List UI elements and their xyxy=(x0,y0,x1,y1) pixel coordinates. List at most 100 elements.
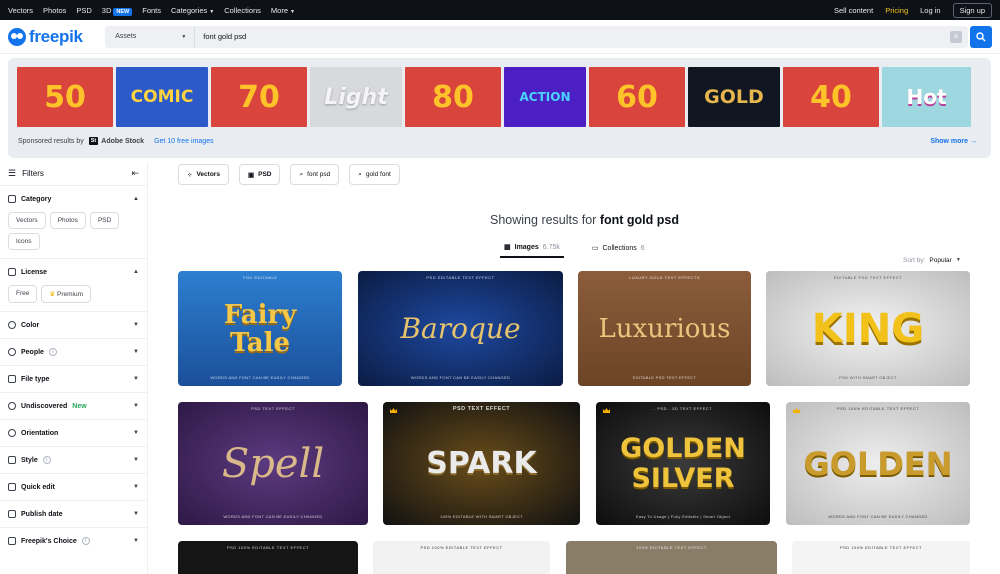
related-psd[interactable]: ▣ PSD xyxy=(238,164,281,185)
sponsored-tile[interactable]: 50 xyxy=(17,67,113,127)
result-card[interactable]: YOU EDITABLE Fairy Tale WORDS AND FONT C… xyxy=(178,271,342,386)
asset-type-select[interactable]: Assets ▼ xyxy=(105,25,196,48)
chevron-down-icon: ▼ xyxy=(133,322,139,328)
results-tabs: ▦ Images 6.75k ▭ Collections 6 xyxy=(500,240,649,258)
result-card[interactable]: PSD 100% EDITABLE TEXT EFFECT xyxy=(373,541,550,574)
related-vectors[interactable]: ⁘ Vectors xyxy=(178,164,229,185)
chip-vectors[interactable]: Vectors xyxy=(8,212,46,229)
related-font-psd[interactable]: ⌕ font psd xyxy=(290,164,340,185)
result-card[interactable]: PSD 100% EDITABLE TEXT EFFECT xyxy=(792,541,970,574)
chip-icons[interactable]: Icons xyxy=(8,233,40,250)
free-images-link[interactable]: Get 10 free images xyxy=(154,138,214,145)
quick-edit-icon xyxy=(8,483,16,491)
sponsored-tile[interactable]: 40 xyxy=(783,67,879,127)
sponsored-tile[interactable]: 70 xyxy=(211,67,307,127)
tab-images[interactable]: ▦ Images 6.75k xyxy=(500,240,564,258)
chevron-down-icon: ▼ xyxy=(209,8,215,15)
card-top-note: LUXURY GOLD TEXT EFFECTS xyxy=(628,275,701,280)
freepik-logo[interactable]: freepik xyxy=(8,27,97,47)
filter-category-title: Category xyxy=(21,195,52,203)
filter-orientation[interactable]: Orientation ▼ xyxy=(0,420,147,447)
result-card[interactable]: PSD 100% EDITABLE TEXT EFFECT xyxy=(178,541,358,574)
card-bottom-note: WORDS AND FONT CAN BE EASILY CHANGED xyxy=(828,514,928,519)
filter-license-header[interactable]: License ▲ xyxy=(8,259,139,285)
show-more-link[interactable]: Show more → xyxy=(930,138,977,145)
result-card[interactable]: PSD TEXT EFFECT SPARK 100% EDITABLE WITH… xyxy=(383,402,580,525)
result-card[interactable]: 100% EDITABLE TEXT EFFECT xyxy=(566,541,777,574)
filter-category-header[interactable]: Category ▲ xyxy=(8,186,139,212)
nav-3d[interactable]: 3D NEW xyxy=(102,6,133,16)
filter-license-title: License xyxy=(21,268,48,276)
sponsored-tile[interactable]: 80 xyxy=(405,67,501,127)
result-card[interactable]: - PSD - 3D TEXT EFFECT GOLDEN SILVER Eas… xyxy=(596,402,770,525)
filter-quick-edit[interactable]: Quick edit ▼ xyxy=(0,474,147,501)
card-title: Luxurious xyxy=(598,313,731,344)
related-font-psd-label: font psd xyxy=(307,171,331,178)
card-top-note: PSD TEXT EFFECT xyxy=(251,406,295,411)
search-button[interactable] xyxy=(970,25,992,48)
info-icon[interactable]: i xyxy=(48,348,57,356)
sponsored-tile[interactable]: ACTION xyxy=(504,67,586,127)
nav-fonts[interactable]: Fonts xyxy=(142,6,161,15)
login-link[interactable]: Log in xyxy=(920,6,940,15)
result-card[interactable]: PSD 100% EDITABLE TEXT EFFECT GOLDEN WOR… xyxy=(786,402,970,525)
chevron-down-icon: ▼ xyxy=(181,33,187,40)
chevron-down-icon: ▼ xyxy=(133,538,139,544)
filter-people[interactable]: People i ▼ xyxy=(0,339,147,366)
chip-psd[interactable]: PSD xyxy=(89,212,120,229)
show-more-label: Show more xyxy=(930,137,969,145)
filter-freepik-choice[interactable]: Freepik's Choice i ▼ xyxy=(0,528,147,554)
tab-collections[interactable]: ▭ Collections 6 xyxy=(588,240,649,258)
collapse-icon[interactable]: ⇤ xyxy=(131,168,139,179)
info-icon[interactable]: i xyxy=(81,537,90,545)
nav-more[interactable]: More ▼ xyxy=(271,6,295,15)
nav-collections[interactable]: Collections xyxy=(224,6,261,15)
filter-undiscovered[interactable]: Undiscovered New ▼ xyxy=(0,393,147,420)
sort-control[interactable]: Sort by: Popular ▼ xyxy=(903,257,961,264)
result-card[interactable]: PSD EDITABLE TEXT EFFECT Baroque WORDS A… xyxy=(358,271,563,386)
sponsored-tile[interactable]: Light xyxy=(310,67,402,127)
filters-header: ☰ Filters ⇤ xyxy=(0,162,147,186)
pricing-link[interactable]: Pricing xyxy=(885,6,908,15)
filter-publish-date[interactable]: Publish date ▼ xyxy=(0,501,147,528)
search-input[interactable]: font gold psd xyxy=(195,32,950,41)
nav-photos[interactable]: Photos xyxy=(43,6,66,15)
chip-free[interactable]: Free xyxy=(8,285,38,303)
filter-style-title: Style xyxy=(21,456,38,464)
filter-icon: ☰ xyxy=(8,168,17,178)
filter-style[interactable]: Style i ▼ xyxy=(0,447,147,474)
license-icon xyxy=(8,268,16,276)
filter-file-type[interactable]: File type ▼ xyxy=(0,366,147,393)
chevron-down-icon: ▼ xyxy=(133,430,139,436)
sell-content-link[interactable]: Sell content xyxy=(834,6,873,15)
filter-color[interactable]: Color ▼ xyxy=(0,312,147,339)
result-card[interactable]: EDITABLE PSD TEXT EFFECT KING PSD WITH S… xyxy=(766,271,970,386)
card-bottom-note: WORDS AND FONT CAN BE EASILY CHANGED xyxy=(410,375,511,380)
filter-license: License ▲ Free ♛ Premium xyxy=(0,259,147,312)
sponsored-tile[interactable]: 60 xyxy=(589,67,685,127)
related-gold-font[interactable]: ⌕ gold font xyxy=(349,164,400,185)
card-top-note: PSD 100% EDITABLE TEXT EFFECT xyxy=(226,545,310,550)
card-title: Baroque xyxy=(400,312,521,345)
sponsored-tile[interactable]: COMIC xyxy=(116,67,208,127)
clear-search-icon[interactable]: × xyxy=(950,30,963,43)
nav-psd[interactable]: PSD xyxy=(76,6,91,15)
card-bottom-note: PSD WITH SMART OBJECT xyxy=(839,375,897,380)
sponsored-tile[interactable]: GOLD xyxy=(688,67,780,127)
signup-button[interactable]: Sign up xyxy=(952,2,992,18)
result-card[interactable]: PSD TEXT EFFECT Spell WORDS AND FONT CAN… xyxy=(178,402,368,525)
chevron-down-icon: ▼ xyxy=(133,403,139,409)
result-card[interactable]: LUXURY GOLD TEXT EFFECTS Luxurious EDITA… xyxy=(578,271,751,386)
info-icon[interactable]: i xyxy=(42,456,51,464)
sponsored-tile[interactable]: Hot xyxy=(882,67,971,127)
nav-categories[interactable]: Categories ▼ xyxy=(171,6,214,15)
chip-photos[interactable]: Photos xyxy=(49,212,86,229)
license-chips: Free ♛ Premium xyxy=(8,285,139,311)
results-title: Showing results for font gold psd xyxy=(178,213,991,227)
adobe-stock-icon: St xyxy=(88,137,99,145)
sponsored-label: Sponsored results by xyxy=(18,137,84,145)
file-icon xyxy=(8,375,16,383)
nav-vectors[interactable]: Vectors xyxy=(8,6,33,15)
card-top-note: 100% EDITABLE TEXT EFFECT xyxy=(636,545,707,550)
chip-premium[interactable]: ♛ Premium xyxy=(41,285,92,303)
